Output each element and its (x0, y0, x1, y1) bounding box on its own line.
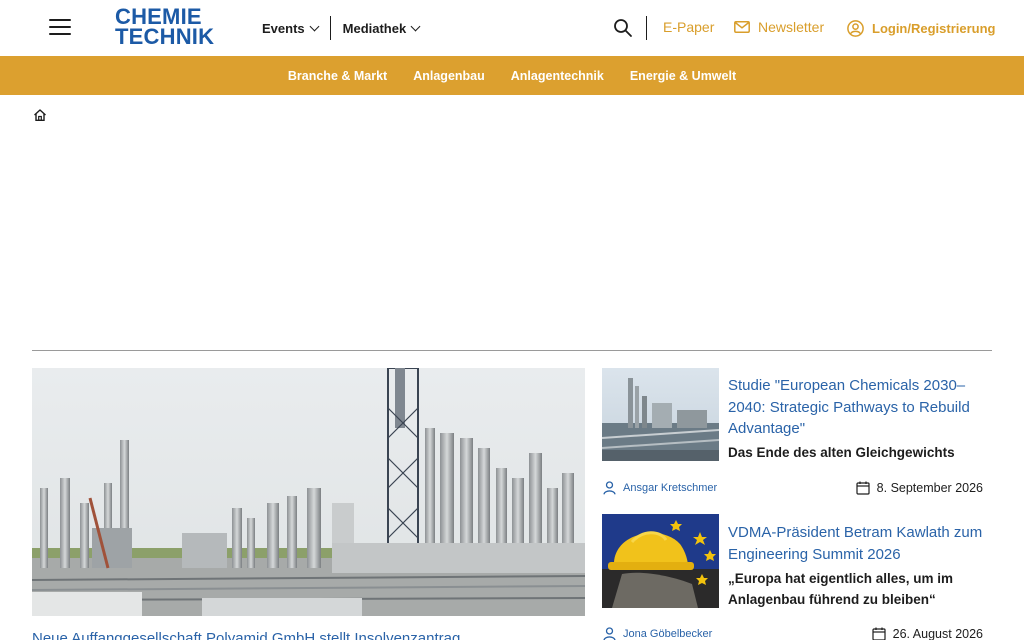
search-icon[interactable] (613, 18, 633, 38)
user-circle-icon (847, 20, 864, 37)
category-bar: Branche & Markt Anlagenbau Anlagentechni… (0, 56, 1024, 95)
login-link[interactable]: Login/Registrierung (847, 20, 996, 37)
mail-icon (734, 21, 750, 33)
logo-line-2: TECHNIK (115, 24, 215, 49)
hero-image[interactable] (32, 368, 585, 616)
article-1-date: 8. September 2026 (856, 481, 983, 495)
nav-divider (329, 16, 331, 40)
article-2-subtitle: „Europa hat eigentlich alles, um im Anla… (728, 571, 954, 607)
calendar-icon (872, 627, 886, 640)
article-2-image[interactable] (602, 514, 719, 608)
article-1-author[interactable]: Ansgar Kretschmer (603, 481, 717, 495)
nav-events-label: Events (262, 20, 305, 36)
category-branche-markt[interactable]: Branche & Markt (288, 69, 387, 83)
chevron-down-icon (309, 21, 320, 31)
article-1-subtitle: Das Ende des alten Gleichgewichts (728, 445, 955, 460)
article-2-date: 26. August 2026 (872, 627, 983, 640)
section-divider (32, 350, 992, 351)
nav-mediathek[interactable]: Mediathek (342, 20, 421, 36)
site-header: CHEMIE TECHNIK Events Mediathek E-Paper … (0, 0, 1024, 56)
article-2-date-text: 26. August 2026 (892, 627, 983, 640)
calendar-icon (856, 481, 870, 495)
article-1-author-name: Ansgar Kretschmer (623, 482, 718, 494)
epaper-link[interactable]: E-Paper (663, 19, 714, 35)
article-2-title[interactable]: VDMA-Präsident Betram Kawlath zum Engine… (728, 522, 984, 565)
article-1-date-text: 8. September 2026 (876, 481, 983, 495)
article-2-author[interactable]: Jona Göbelbecker (603, 627, 712, 640)
category-anlagenbau[interactable]: Anlagenbau (413, 69, 485, 83)
article-2-author-name: Jona Göbelbecker (623, 628, 713, 640)
nav-mediathek-label: Mediathek (342, 20, 407, 36)
epaper-label: E-Paper (663, 19, 715, 35)
nav-events[interactable]: Events (262, 20, 320, 36)
user-icon (603, 627, 616, 640)
article-1-title[interactable]: Studie "European Chemicals 2030–2040: St… (728, 375, 984, 440)
newsletter-link[interactable]: Newsletter (734, 19, 824, 35)
user-icon (603, 481, 616, 495)
login-label: Login/Registrierung (872, 21, 996, 36)
chevron-down-icon (410, 21, 421, 31)
header-divider (646, 16, 647, 40)
hero-article-title[interactable]: Neue Auffanggesellschaft Polyamid GmbH s… (32, 630, 585, 640)
home-icon[interactable] (33, 108, 47, 122)
category-energie-umwelt[interactable]: Energie & Umwelt (630, 69, 736, 83)
newsletter-label: Newsletter (758, 19, 825, 35)
menu-icon[interactable] (49, 18, 71, 36)
top-navigation: Events Mediathek (262, 14, 421, 42)
site-logo[interactable]: CHEMIE TECHNIK (115, 6, 215, 51)
article-1-image[interactable] (602, 368, 719, 461)
category-anlagentechnik[interactable]: Anlagentechnik (511, 69, 604, 83)
